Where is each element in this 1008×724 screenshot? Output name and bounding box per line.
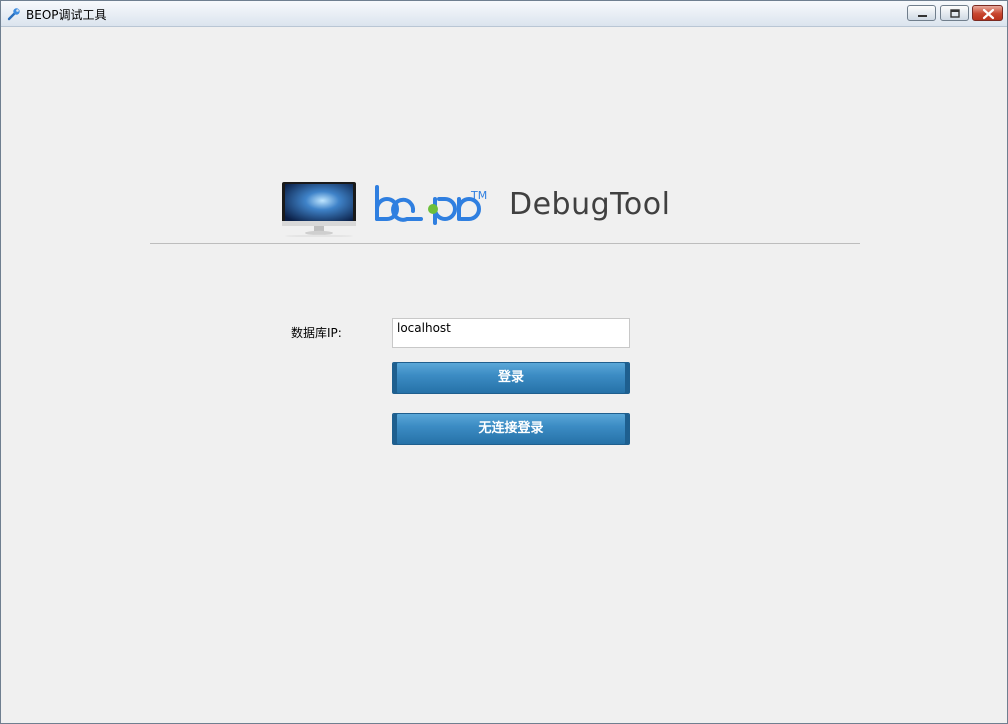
close-button[interactable] [972, 5, 1003, 21]
window-title: BEOP调试工具 [26, 8, 107, 22]
close-icon [982, 8, 995, 20]
database-ip-label: 数据库IP: [291, 326, 342, 340]
beop-logo: TM [375, 185, 487, 225]
login-button[interactable]: 登录 [392, 362, 630, 394]
restore-icon [950, 9, 960, 18]
minimize-icon [918, 15, 927, 17]
login-panel: TM DebugTool 数据库IP: 登录 无连接登录 [1, 27, 1007, 723]
offline-login-button[interactable]: 无连接登录 [392, 413, 630, 445]
trademark-label: TM [470, 189, 487, 202]
wrench-icon [7, 6, 21, 21]
restore-button[interactable] [940, 5, 969, 21]
database-ip-input[interactable] [392, 318, 630, 348]
title-bar[interactable]: BEOP调试工具 [1, 1, 1007, 27]
product-name: DebugTool [509, 187, 671, 222]
header-divider [150, 243, 860, 244]
app-window: BEOP调试工具 TM DebugTool 数据库IP: localhost 登… [0, 0, 1008, 724]
monitor-logo-icon [282, 182, 356, 237]
minimize-button[interactable] [907, 5, 936, 21]
